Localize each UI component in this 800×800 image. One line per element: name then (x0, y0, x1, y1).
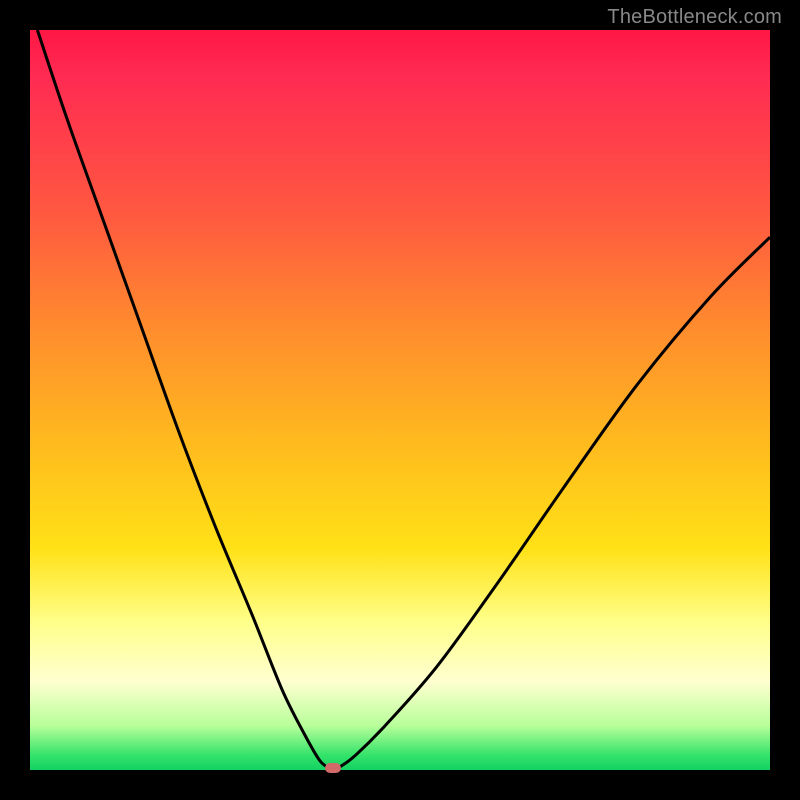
optimum-marker (325, 763, 341, 773)
plot-frame (30, 30, 770, 770)
bottleneck-curve (30, 30, 770, 770)
plot-area (30, 30, 770, 770)
watermark-text: TheBottleneck.com (607, 6, 782, 29)
chart-container: TheBottleneck.com (0, 0, 800, 800)
